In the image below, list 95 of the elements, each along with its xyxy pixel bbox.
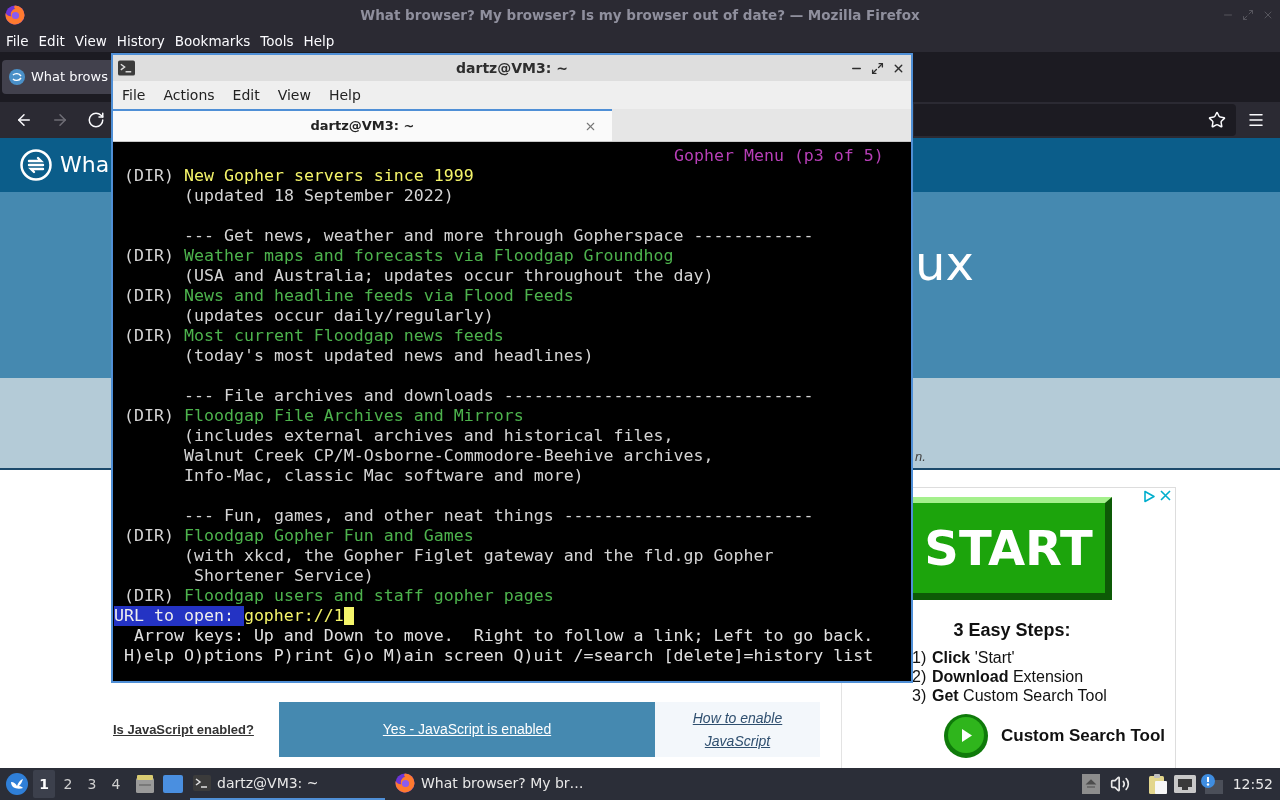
close-icon[interactable]	[1160, 490, 1171, 501]
section-heading: --- Get news, weather and more through Gopherspace ------------	[184, 226, 814, 246]
menu-item[interactable]: Help	[298, 31, 340, 51]
item-type-label: (DIR)	[124, 406, 175, 426]
item-type-label: (DIR)	[124, 246, 175, 266]
section-heading: --- Fun, games, and other neat things -------------------------	[184, 506, 814, 526]
link-description: Shortener Service)	[194, 566, 374, 586]
gopher-link[interactable]: Most current Floodgap news feeds	[184, 326, 504, 346]
workspace-button[interactable]: 4	[105, 770, 127, 798]
file-cabinet-icon[interactable]	[135, 774, 155, 794]
terminal-icon	[118, 60, 135, 76]
browser-tab[interactable]: What brows	[2, 60, 111, 94]
terminal-icon	[193, 775, 211, 791]
link-description: Walnut Creek CP/M-Osborne-Commodore-Beehive archives,	[184, 446, 714, 466]
clipboard-icon[interactable]	[1147, 773, 1168, 795]
maximize-icon	[1242, 9, 1254, 21]
logo-icon	[20, 149, 52, 181]
gopher-link[interactable]: Floodgap users and staff gopher pages	[184, 586, 554, 606]
menu-item[interactable]: Bookmarks	[169, 31, 256, 51]
help-text: H)elp O)ptions P)rint G)o M)ain screen Q)uit /=search [delete]=history list	[124, 646, 874, 666]
site-title: Wha	[60, 154, 110, 176]
link-description: (USA and Australia; updates occur throughout the day)	[184, 266, 714, 286]
menu-icon	[1247, 111, 1265, 129]
ad-call-to-action[interactable]: Custom Search Tool	[1001, 723, 1166, 749]
help-link[interactable]: How to enable JavaScript	[682, 706, 793, 753]
step-text: Click 'Start'	[932, 647, 1015, 668]
page-indicator: Gopher Menu (p3 of 5)	[674, 146, 884, 166]
browser-logo-icon	[5, 5, 25, 25]
intro-text: n.	[915, 449, 926, 464]
terminal-tab[interactable]: dartz@VM3: ~	[113, 109, 612, 141]
menu-item[interactable]: View	[69, 31, 112, 51]
menu-item[interactable]: Tools	[255, 31, 299, 51]
gopher-link[interactable]: Floodgap File Archives and Mirrors	[184, 406, 524, 426]
link-description: (today's most updated news and headlines)	[184, 346, 594, 366]
link-description: (includes external archives and historical files,	[184, 426, 674, 446]
clock[interactable]: 12:52	[1232, 773, 1274, 795]
link-description: Info-Mac, classic Mac software and more)	[184, 466, 584, 486]
browser-logo-icon	[395, 773, 415, 793]
ad-choices-icon[interactable]	[1143, 490, 1156, 503]
workspace-button[interactable]: 3	[81, 770, 103, 798]
item-type-label: (DIR)	[124, 526, 175, 546]
menu-item[interactable]: Help	[319, 84, 370, 106]
gopher-link[interactable]: Floodgap Gopher Fun and Games	[184, 526, 474, 546]
close-icon	[1262, 9, 1274, 21]
menu-item[interactable]: File	[113, 84, 155, 106]
forward-arrow-icon	[51, 111, 69, 129]
javascript-status-link[interactable]: Yes - JavaScript is enabled	[382, 719, 552, 740]
item-type-label: (DIR)	[124, 166, 175, 186]
cursor-icon	[343, 607, 354, 625]
workspace-button[interactable]: 2	[57, 770, 79, 798]
star-icon	[1208, 111, 1226, 129]
step-number: 3)	[912, 685, 928, 706]
page-heading: ux	[915, 235, 974, 291]
play-icon[interactable]	[944, 714, 988, 758]
site-icon	[9, 69, 25, 85]
eject-icon[interactable]	[1081, 774, 1100, 794]
window-title: dartz@VM3: ~	[455, 58, 569, 78]
menu-item[interactable]: Actions	[154, 84, 224, 106]
item-type-label: (DIR)	[124, 326, 175, 346]
taskbar-window-button[interactable]: What browser? My br…	[392, 768, 587, 800]
url-input[interactable]: gopher://1	[243, 606, 344, 626]
address-field[interactable]	[914, 104, 1236, 136]
window-title: What browser? My browser? Is my browser out of date? — Mozilla Firefox	[359, 5, 921, 25]
link-description: (with xkcd, the Gopher Figlet gateway and the fld.gp Gopher	[184, 546, 774, 566]
step-number: 2)	[912, 666, 928, 687]
item-type-label: (DIR)	[124, 286, 175, 306]
step-text: Get Custom Search Tool	[932, 685, 1107, 706]
menu-item[interactable]: History	[111, 31, 170, 51]
link-description: (updated 18 September 2022)	[184, 186, 454, 206]
item-type-label: (DIR)	[124, 586, 175, 606]
start-menu-icon[interactable]	[6, 773, 28, 795]
prompt-label: URL to open:	[114, 606, 244, 626]
ad-heading: 3 Easy Steps:	[953, 619, 1071, 641]
notification-icon[interactable]	[1200, 774, 1223, 794]
gopher-link[interactable]: Weather maps and forecasts via Floodgap Groundhog	[184, 246, 674, 266]
javascript-question: Is JavaScript enabled?	[113, 720, 254, 739]
step-text: Download Extension	[932, 666, 1084, 687]
menu-item[interactable]: Edit	[33, 31, 70, 51]
section-heading: --- File archives and downloads -------------------------------	[184, 386, 814, 406]
tab-title: dartz@VM3: ~	[309, 117, 416, 136]
workspace-button[interactable]: 1	[33, 770, 55, 798]
menu-item[interactable]: View	[268, 84, 320, 106]
maximize-button[interactable]	[871, 61, 884, 75]
help-text: Arrow keys: Up and Down to move. Right to follow a link; Left to go back.	[134, 626, 874, 646]
menu-item[interactable]: Edit	[223, 84, 269, 106]
menu-item[interactable]: File	[1, 31, 34, 51]
reload-icon	[87, 111, 105, 129]
taskbar-window-button[interactable]: dartz@VM3: ~	[190, 768, 385, 800]
step-number: 1)	[912, 647, 928, 668]
gopher-link[interactable]: New Gopher servers since 1999	[184, 166, 474, 186]
network-icon[interactable]	[1173, 775, 1196, 793]
maximize-icon	[871, 61, 884, 75]
speaker-icon[interactable]	[1109, 774, 1130, 794]
link-description: (updates occur daily/regularly)	[184, 306, 494, 326]
gopher-link[interactable]: News and headline feeds via Flood Feeds	[184, 286, 574, 306]
